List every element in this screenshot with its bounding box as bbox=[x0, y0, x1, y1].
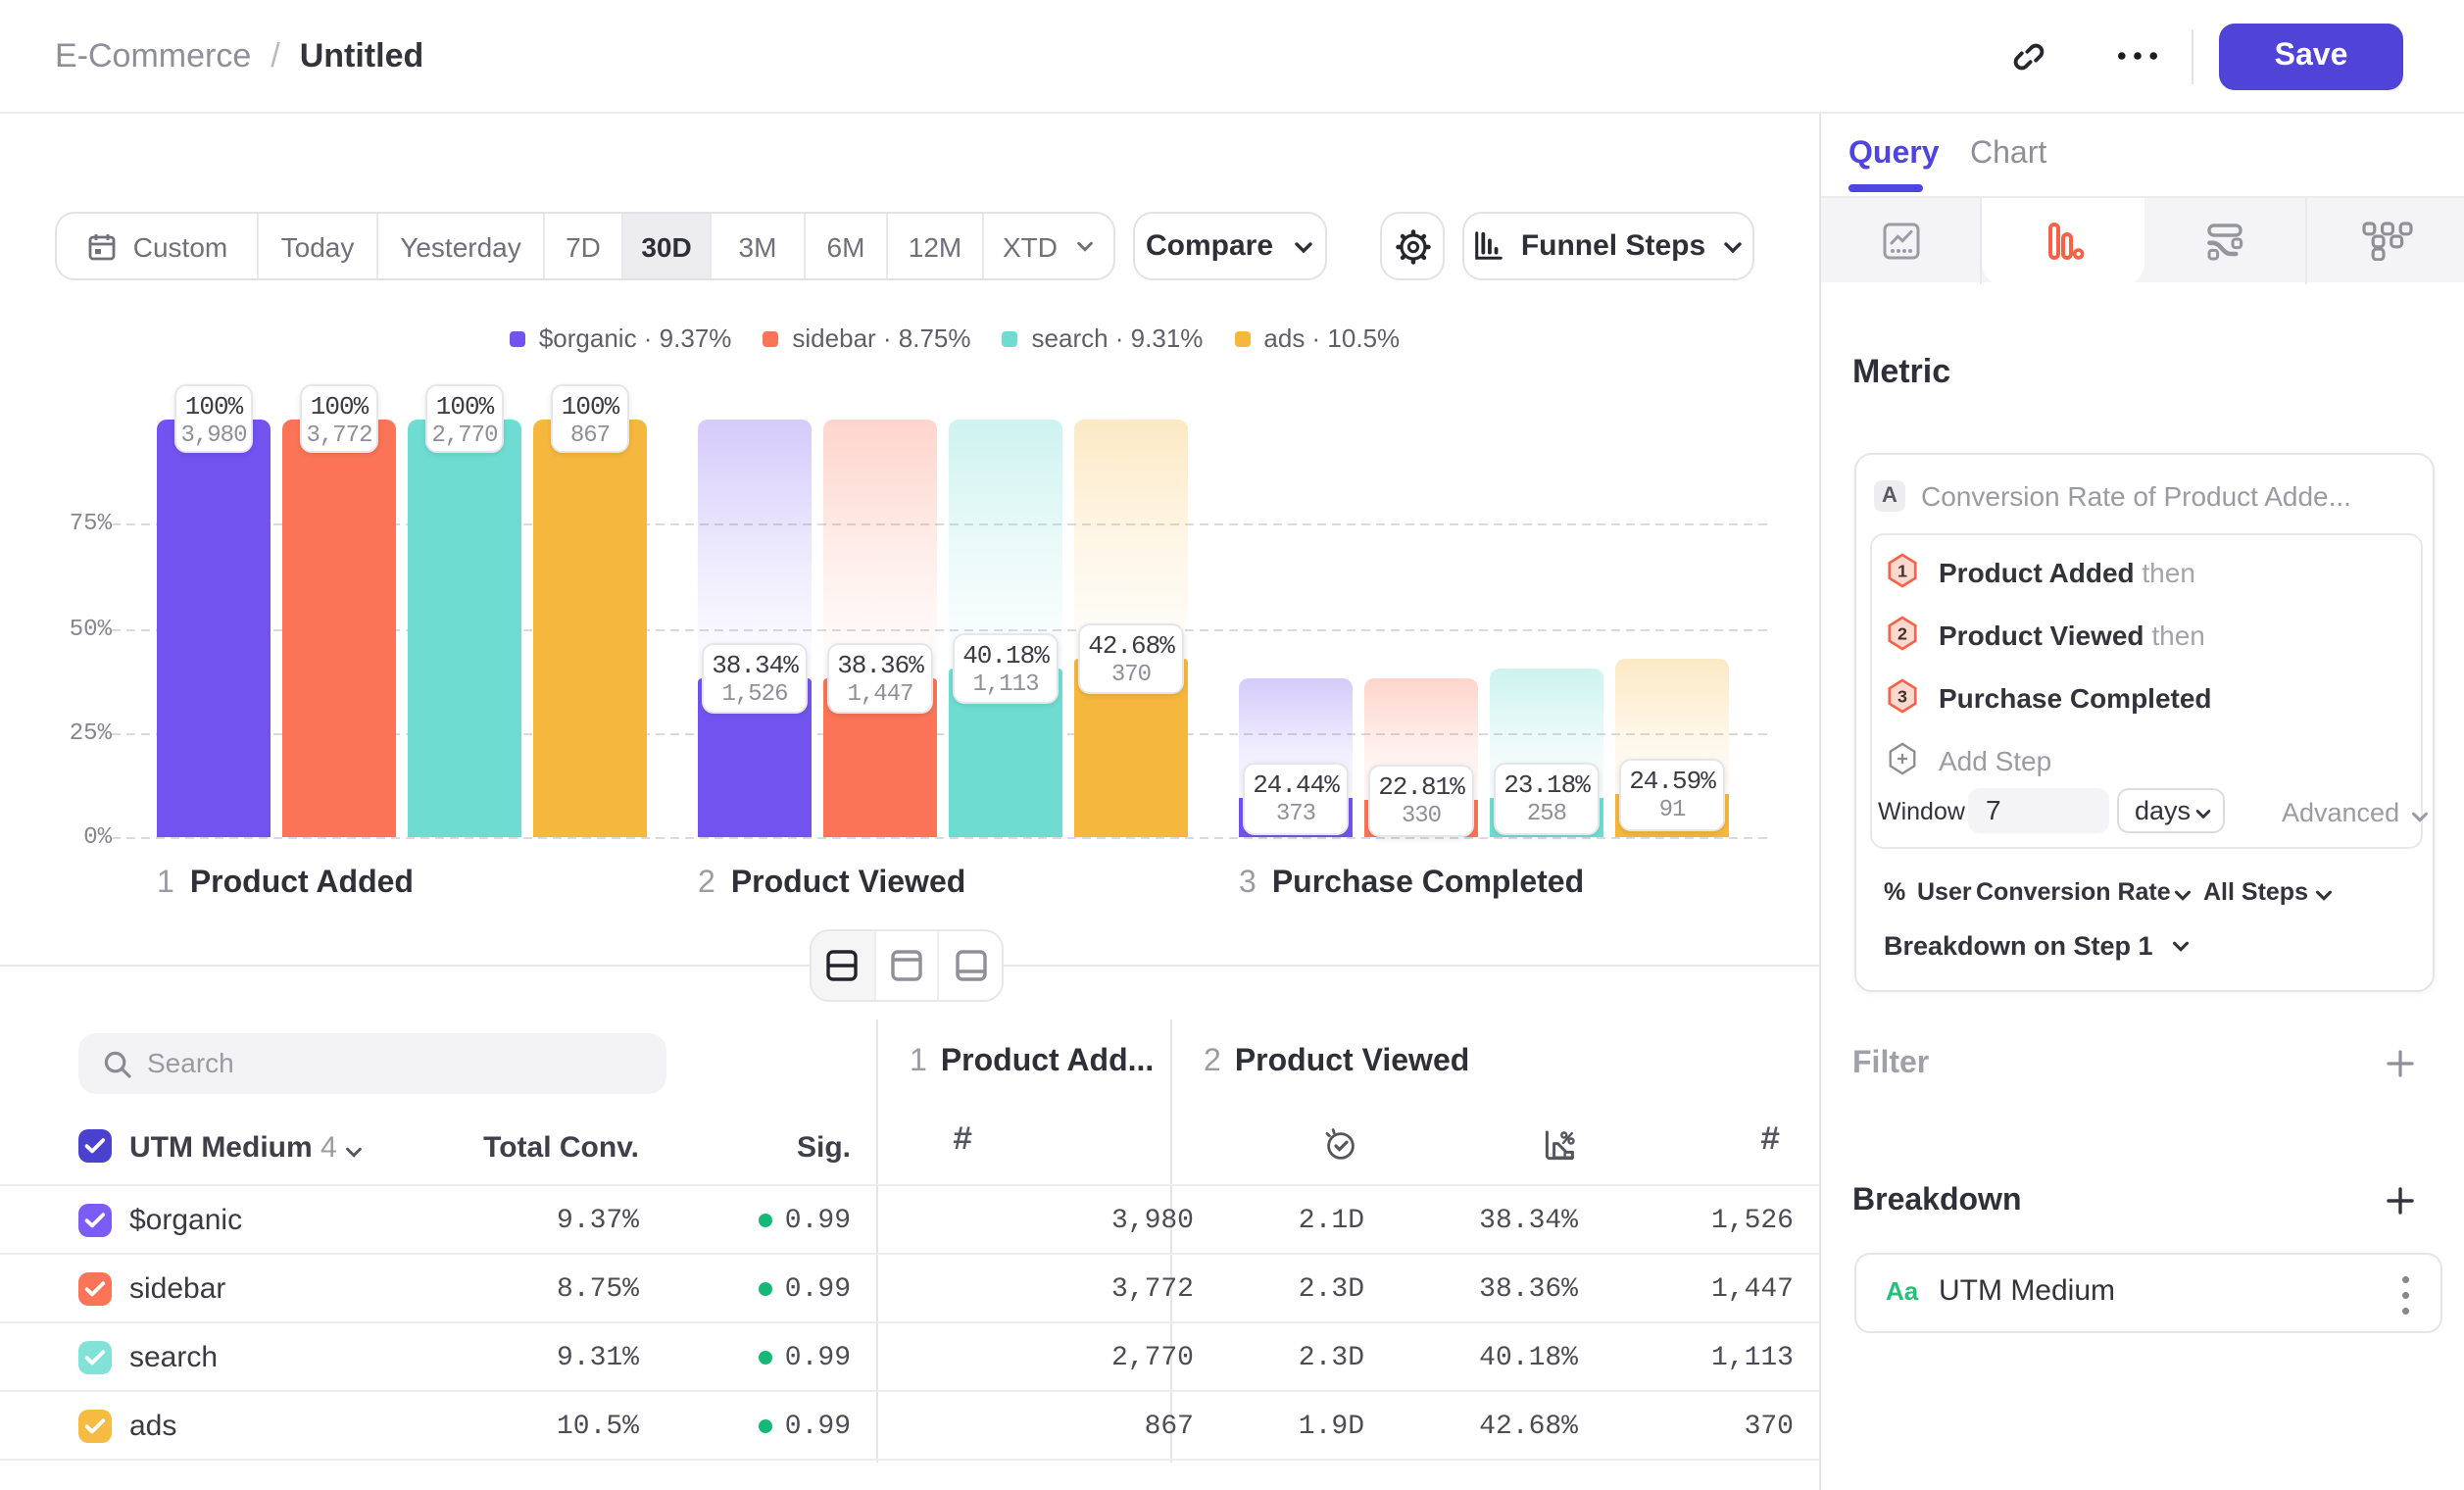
svg-text:2: 2 bbox=[1897, 624, 1907, 644]
svg-text:3: 3 bbox=[1897, 687, 1907, 707]
svg-text:1: 1 bbox=[1897, 562, 1907, 581]
